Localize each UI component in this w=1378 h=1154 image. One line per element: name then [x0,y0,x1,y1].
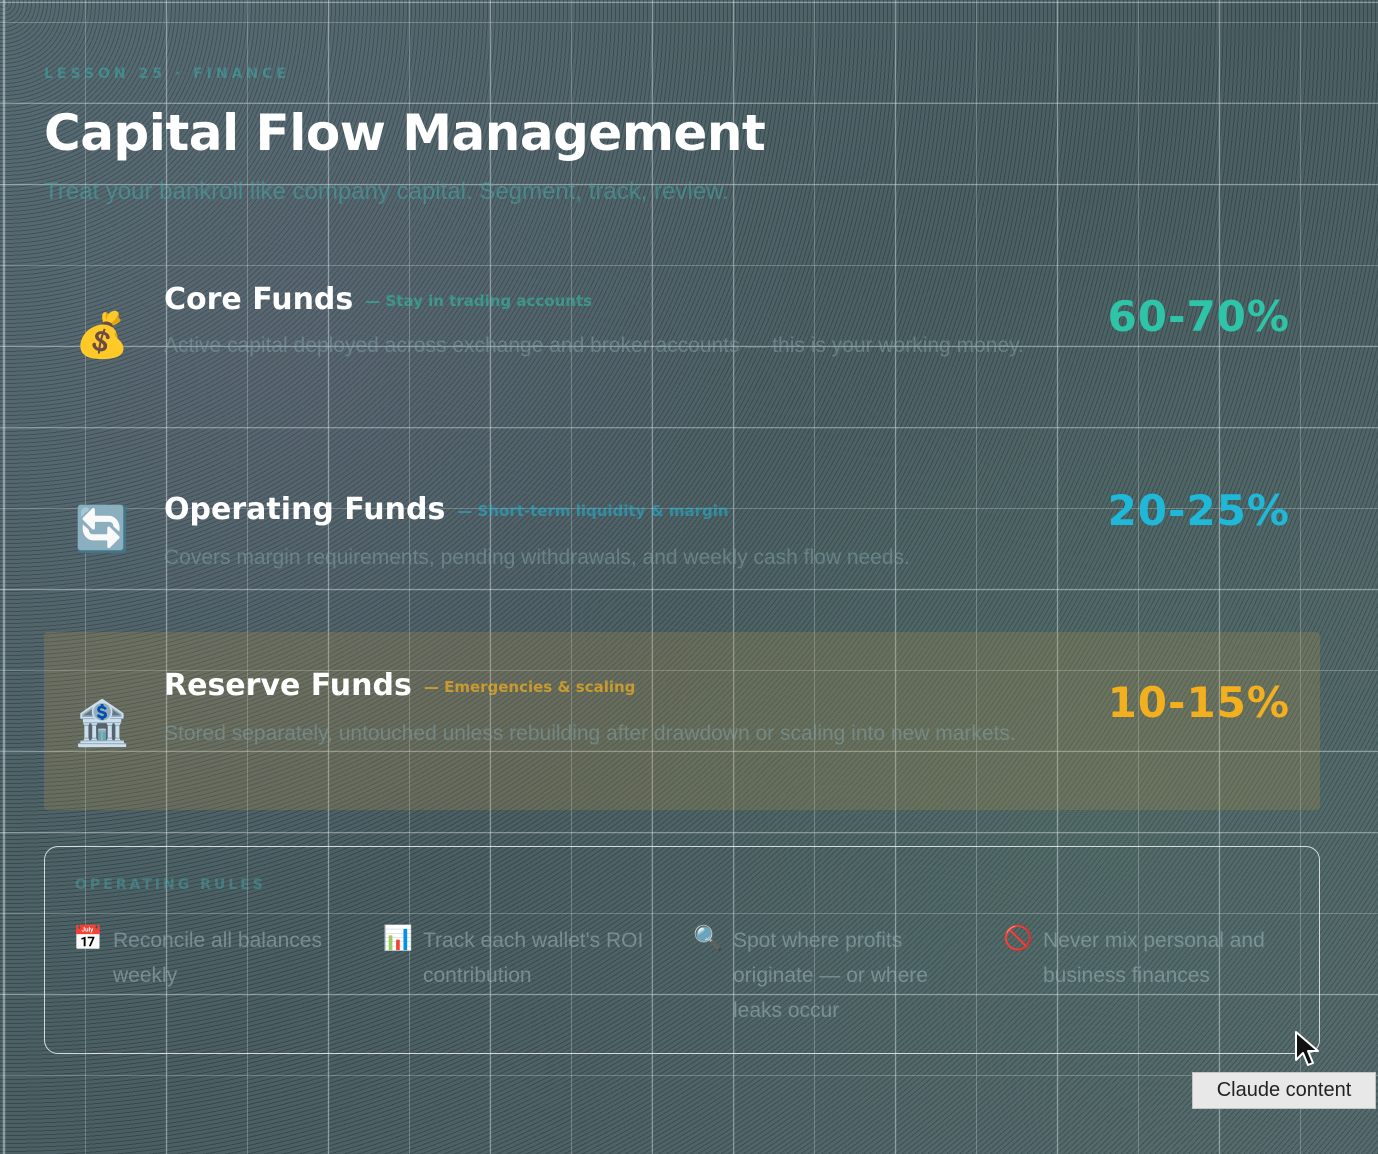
rule-text: Track each wallet's ROI contribution [423,929,644,987]
eyebrow-label: LESSON 25 · FINANCE [44,66,290,82]
fund-tag: — Stay in trading accounts [365,291,593,310]
refresh-arrows-icon: 🔄 [74,505,130,554]
fund-title: Operating Funds — Short-term liquidity & … [164,492,729,527]
money-bag-icon: 💰 [74,311,130,360]
fund-percent: 60-70% [1107,292,1290,341]
rule-text: Never mix personal and business finances [1043,929,1265,987]
fund-title: Core Funds — Stay in trading accounts [164,282,593,317]
calendar-icon: 📅 [73,925,103,952]
fund-description: Active capital deployed across exchange … [164,334,1024,357]
fund-row-operating: 🔄 Operating Funds — Short-term liquidity … [44,480,1320,600]
rule-text: Reconcile all balances weekly [113,929,322,987]
page-title: Capital Flow Management [44,104,766,162]
magnifier-icon: 🔍 [693,925,723,952]
fund-description: Stored separately, untouched unless rebu… [164,722,1016,745]
fund-percent: 20-25% [1107,486,1290,535]
fund-row-core: 💰 Core Funds — Stay in trading accounts A… [44,270,1320,420]
fund-description: Covers margin requirements, pending with… [164,546,910,569]
rule-text: Spot where profits originate — or where … [733,929,928,1022]
tooltip: Claude content [1192,1072,1376,1109]
operating-rules-panel: OPERATING RULES 📅 Reconcile all balances… [44,846,1320,1054]
fund-percent: 10-15% [1107,678,1290,727]
fund-tag: — Short-term liquidity & margin [457,501,729,520]
fund-row-reserve: 🏦 Reserve Funds — Emergencies & scaling S… [44,632,1320,810]
fund-tag: — Emergencies & scaling [423,677,636,696]
fund-title: Reserve Funds — Emergencies & scaling [164,668,636,703]
rules-title: OPERATING RULES [75,877,266,893]
bank-icon: 🏦 [74,699,130,748]
bar-chart-icon: 📊 [383,925,413,952]
prohibited-icon: 🚫 [1003,925,1033,952]
page-subtitle: Treat your bankroll like company capital… [44,178,729,205]
mouse-pointer-icon [1295,1031,1319,1066]
